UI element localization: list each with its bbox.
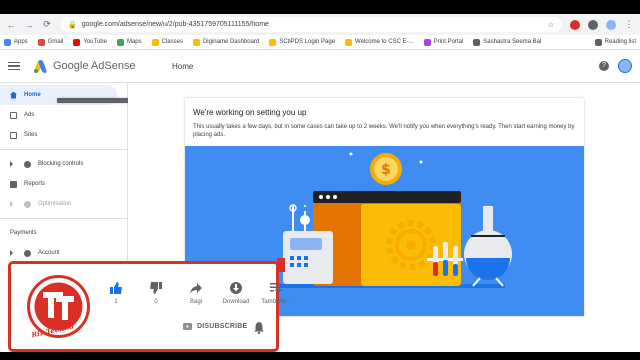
add-to-playlist-button[interactable]: Tambahk... xyxy=(261,282,291,305)
notification-bell-icon[interactable] xyxy=(254,322,264,334)
bookmarks-bar: Apps Gmail YouTube Maps Classes Diginame… xyxy=(0,35,640,50)
dislike-button[interactable]: 0 xyxy=(141,282,171,305)
extension-icon[interactable] xyxy=(570,19,580,30)
reports-icon xyxy=(10,180,17,188)
sidebar-item-blocking-controls[interactable]: Blocking controls xyxy=(0,154,127,174)
adsense-logo[interactable]: Google AdSense xyxy=(33,59,144,73)
blocking-controls-icon xyxy=(24,160,31,168)
back-icon[interactable]: ← xyxy=(6,20,16,30)
sidebar-divider xyxy=(0,149,127,150)
reload-icon[interactable]: ⟳ xyxy=(42,19,52,30)
more-menu-icon[interactable]: ⋮ xyxy=(624,19,634,30)
page-title: Home xyxy=(172,61,194,71)
bookmark-gmail[interactable]: Gmail xyxy=(37,38,63,46)
puzzle-icon[interactable] xyxy=(588,19,598,30)
account-icon xyxy=(24,249,31,257)
share-button[interactable]: Bagi xyxy=(181,282,211,305)
home-icon xyxy=(10,91,17,99)
bookmark-apps[interactable]: Apps xyxy=(4,38,28,46)
card-title: We're working on setting you up xyxy=(193,108,307,117)
expand-arrow-icon xyxy=(10,161,13,167)
svg-text:$: $ xyxy=(381,162,391,178)
browser-toolbar: ← → ⟳ 🔒 google.com/adsense/new/u/2/pub-4… xyxy=(0,14,640,35)
thumbs-down-icon xyxy=(150,282,162,294)
expand-arrow-icon xyxy=(10,201,13,207)
bookmark-print-portal[interactable]: Print Portal xyxy=(423,38,463,46)
lock-icon: 🔒 xyxy=(68,21,77,29)
add-to-playlist-icon xyxy=(270,283,282,294)
video-actions: 1 0 Bagi Download Tambahk... xyxy=(101,282,291,305)
bookmark-ssb[interactable]: Sashastra Seema Bal xyxy=(473,38,541,46)
hamburger-menu-icon[interactable] xyxy=(8,61,20,71)
adsense-header: Google AdSense Home ? xyxy=(0,50,640,83)
subscribed-icon xyxy=(183,323,192,330)
like-button[interactable]: 1 xyxy=(101,282,131,305)
bookmark-diginame[interactable]: Diginame Dashboard xyxy=(192,38,259,46)
bookmark-youtube[interactable]: YouTube xyxy=(73,38,107,46)
sidebar-item-ads[interactable]: Ads xyxy=(0,105,127,125)
optimisation-icon xyxy=(24,200,31,208)
download-button[interactable]: Download xyxy=(221,282,251,305)
profile-icon[interactable] xyxy=(606,19,616,30)
bookmark-classes[interactable]: Classes xyxy=(151,38,183,46)
bookmark-sctipds[interactable]: SCtiPDS Login Page xyxy=(269,38,335,46)
video-frame: ← → ⟳ 🔒 google.com/adsense/new/u/2/pub-4… xyxy=(0,0,640,360)
help-icon[interactable]: ? xyxy=(599,61,609,71)
download-icon xyxy=(230,282,242,294)
bookmark-maps[interactable]: Maps xyxy=(116,38,142,46)
sites-icon xyxy=(10,131,17,139)
thumbs-up-icon xyxy=(110,282,122,294)
sidebar-item-optimisation[interactable]: Optimisation xyxy=(0,194,127,214)
reading-list[interactable]: Reading list xyxy=(594,38,636,46)
share-icon xyxy=(190,283,202,294)
sidebar-divider xyxy=(0,218,127,219)
expand-arrow-icon xyxy=(10,250,13,256)
card-text: This usually takes a few days, but in so… xyxy=(193,124,575,138)
sidebar-item-account[interactable]: Account xyxy=(0,243,127,263)
avatar[interactable] xyxy=(618,59,632,73)
address-bar[interactable]: 🔒 google.com/adsense/new/u/2/pub-4351759… xyxy=(60,17,562,32)
url-text: google.com/adsense/new/u/2/pub-435175970… xyxy=(81,21,269,28)
browser-window: ← → ⟳ 🔒 google.com/adsense/new/u/2/pub-4… xyxy=(0,14,640,352)
sidebar-item-sites[interactable]: Sites xyxy=(0,125,127,145)
subscribe-button[interactable]: DISUBSCRIBE xyxy=(183,323,247,330)
bookmark-star-icon[interactable]: ☆ xyxy=(548,21,554,29)
ads-icon xyxy=(10,111,17,119)
sidebar-item-reports[interactable]: Reports xyxy=(0,174,127,194)
adsense-logo-icon xyxy=(33,59,48,73)
subscribe-overlay: Riz Techno 1 0 Bagi Download Tambahk... xyxy=(8,261,291,352)
bookmark-csc[interactable]: Welcome to CSC E-... xyxy=(345,38,414,46)
forward-icon[interactable]: → xyxy=(24,20,34,30)
sidebar-item-payments[interactable]: Payments xyxy=(0,98,456,243)
